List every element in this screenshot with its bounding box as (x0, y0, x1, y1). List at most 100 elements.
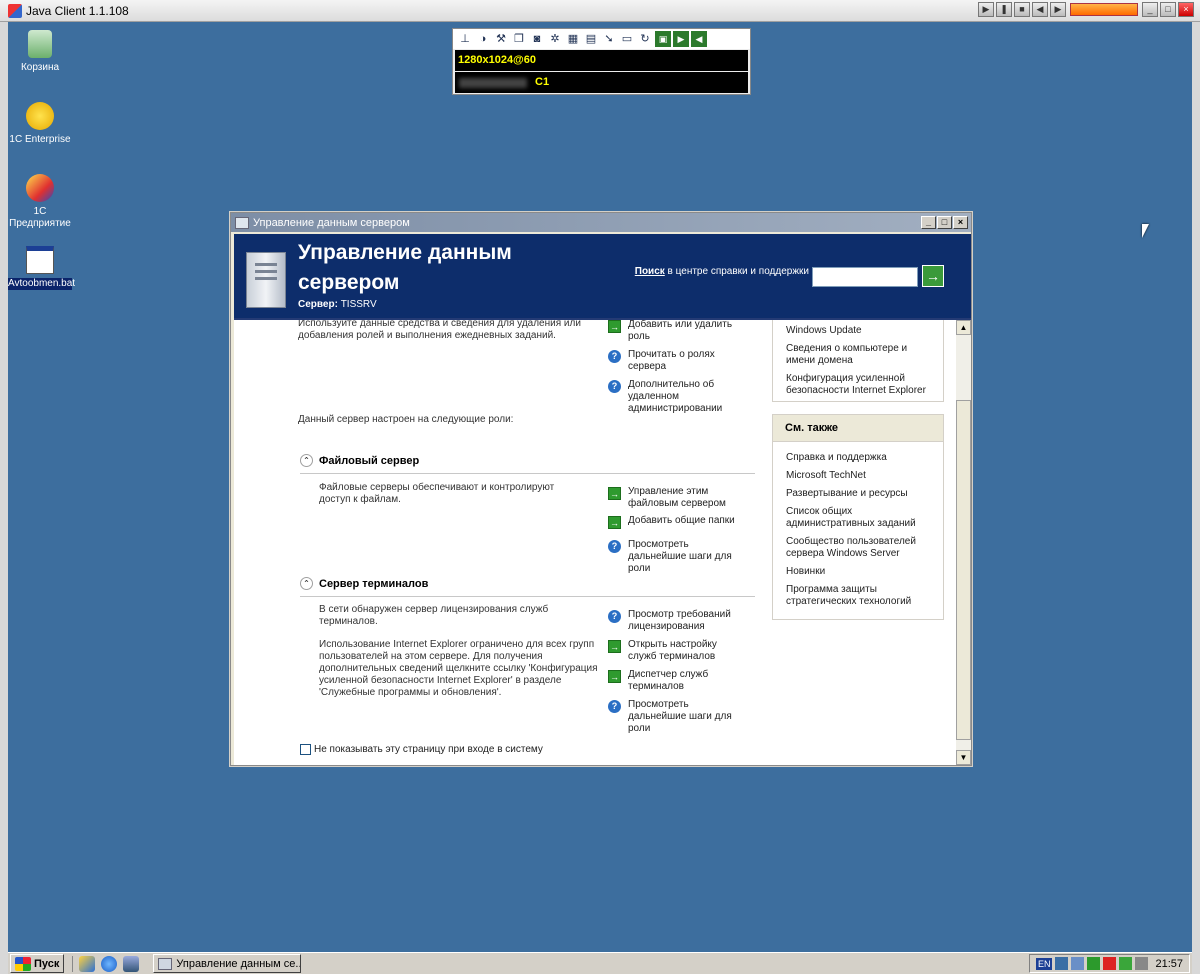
right-frame (1192, 22, 1200, 974)
sidebar-item-deployment[interactable]: Развертывание и ресурсы (773, 485, 943, 503)
update-icon[interactable] (1119, 957, 1133, 970)
vertical-scrollbar[interactable]: ▲ ▼ (956, 320, 971, 765)
see-also-title: См. также (773, 415, 943, 442)
pause-icon[interactable]: ❚ (996, 2, 1012, 17)
left-frame (0, 22, 8, 974)
window-title: Управление данным сервером (253, 216, 410, 229)
link-remote-admin[interactable]: ? Дополнительно об удаленном администриро… (608, 379, 743, 415)
1c-predpriyatie-icon (26, 174, 54, 202)
pin-icon[interactable]: ⊥ (457, 31, 473, 47)
monitor-icon[interactable]: ▭ (619, 31, 635, 47)
arrow-icon: → (608, 516, 621, 529)
link-file-server-next-steps[interactable]: ? Просмотреть дальнейшие шаги для роли (608, 539, 743, 575)
next-channel-icon[interactable]: ▶ (673, 31, 689, 47)
search-go-button[interactable]: → (922, 265, 944, 287)
arrow-icon: → (608, 640, 621, 653)
client-title: Java Client 1.1.108 (26, 3, 129, 18)
language-indicator[interactable]: EN (1035, 957, 1053, 970)
minimize-icon[interactable]: _ (1142, 2, 1158, 17)
sidebar-item-computer-info[interactable]: Сведения о компьютере и имени домена (773, 340, 943, 370)
volume-icon[interactable] (1135, 957, 1149, 970)
color-icon[interactable]: ◑ (475, 31, 491, 47)
keyboard-icon[interactable]: ▤ (583, 31, 599, 47)
sidebar-item-community[interactable]: Сообщество пользователей сервера Windows… (773, 533, 943, 563)
link-add-shared-folders[interactable]: → Добавить общие папки (608, 515, 743, 529)
play-icon[interactable]: ▶ (978, 2, 994, 17)
server-info: Сервер: TISSRV (298, 299, 377, 310)
resolution-readout: 1280x1024@60 (455, 50, 748, 71)
collapse-icon: ⌃ (300, 454, 313, 467)
taskbar-item-manage-server[interactable]: Управление данным се... (153, 954, 302, 973)
maximize-icon[interactable]: □ (1160, 2, 1176, 17)
network-icon[interactable] (1055, 957, 1069, 970)
scroll-up-icon[interactable]: ▲ (956, 320, 971, 335)
desktop-icon-avtoobmen-bat[interactable]: Avtoobmen.bat (8, 246, 75, 290)
window-title-bar[interactable]: Управление данным сервером _ □ × (231, 213, 971, 232)
section-file-server[interactable]: ⌃ Файловый сервер (300, 454, 419, 467)
prev-channel-icon[interactable]: ◀ (691, 31, 707, 47)
window-server-icon (235, 216, 249, 229)
stop-icon[interactable]: ■ (1014, 2, 1030, 17)
blurred-name (459, 78, 527, 88)
settings-icon[interactable]: ✲ (547, 31, 563, 47)
file-server-desc: Файловые серверы обеспечивают и контроли… (319, 482, 555, 505)
close-button[interactable]: × (953, 216, 968, 229)
sidebar-item-whats-new[interactable]: Новинки (773, 563, 943, 581)
monitor-tray-icon[interactable] (1071, 957, 1085, 970)
sidebar-item-help[interactable]: Справка и поддержка (773, 442, 943, 467)
grid-icon[interactable]: ▦ (565, 31, 581, 47)
close-icon[interactable]: × (1178, 2, 1194, 17)
1c-quicklaunch-icon[interactable] (79, 955, 96, 972)
checkbox-box[interactable] (300, 744, 311, 755)
send-icon[interactable]: ➘ (601, 31, 617, 47)
sidebar-item-admin-tasks[interactable]: Список общих административных заданий (773, 503, 943, 533)
refresh-icon[interactable]: ↻ (637, 31, 653, 47)
taskbar: Пуск Управление данным се... EN 21:57 (8, 952, 1192, 974)
show-desktop-icon[interactable] (123, 955, 140, 972)
recycle-bin-icon (28, 30, 52, 58)
sidebar-item-technet[interactable]: Microsoft TechNet (773, 467, 943, 485)
signal-bar (1070, 3, 1138, 16)
desktop-icon-recycle-bin[interactable]: Корзина (8, 30, 72, 74)
header-banner: Управление данным сервером Сервер: TISSR… (234, 234, 971, 320)
help-icon: ? (608, 700, 621, 713)
desktop-icon-1c-enterprise[interactable]: 1C Enterprise (8, 102, 72, 146)
link-manage-file-server[interactable]: → Управление этим файловым сервером (608, 486, 743, 510)
client-title-bar: Java Client 1.1.108 ▶ ❚ ■ ◀ ▶ _ □ × (0, 0, 1200, 22)
sidebar-item-security-program[interactable]: Программа защиты стратегических технолог… (773, 581, 943, 611)
sidebar-item-ie-security[interactable]: Конфигурация усиленной безопасности Inte… (773, 370, 943, 400)
forward-icon[interactable]: ▶ (1050, 2, 1066, 17)
window-icon[interactable]: ❐ (511, 31, 527, 47)
start-button[interactable]: Пуск (10, 954, 65, 973)
arrow-icon: → (608, 320, 621, 333)
rewind-icon[interactable]: ◀ (1032, 2, 1048, 17)
scan-icon[interactable]: ▣ (655, 31, 671, 47)
link-terminal-settings[interactable]: → Открыть настройку служб терминалов (608, 639, 743, 663)
sidebar-item-windows-update[interactable]: Windows Update (773, 320, 943, 340)
hammer-icon[interactable]: ⚒ (493, 31, 509, 47)
arrow-icon: → (608, 670, 621, 683)
kvm-toolbar: ⊥ ◑ ⚒ ❐ ◙ ✲ ▦ ▤ ➘ ▭ ↻ ▣ ▶ ◀ 1280x1024@60… (452, 28, 751, 95)
intro-text: Используйте данные средства и сведения д… (298, 320, 581, 341)
link-read-roles[interactable]: ? Прочитать о ролях сервера (608, 349, 743, 373)
camera-icon[interactable]: ◙ (529, 31, 545, 47)
minimize-button[interactable]: _ (921, 216, 936, 229)
antivirus-icon[interactable] (1103, 957, 1117, 970)
ie-icon[interactable] (101, 955, 118, 972)
link-terminal-next-steps[interactable]: ? Просмотреть дальнейшие шаги для роли (608, 699, 743, 735)
dont-show-checkbox[interactable]: Не показывать эту страницу при входе в с… (300, 744, 543, 755)
search-input[interactable] (812, 267, 918, 287)
server-icon (246, 252, 286, 308)
scroll-down-icon[interactable]: ▼ (956, 750, 971, 765)
windows-flag-icon (15, 956, 31, 971)
section-terminal-server[interactable]: ⌃ Сервер терминалов (300, 577, 428, 590)
1c-logo-icon (26, 102, 54, 130)
divider (300, 596, 755, 597)
desktop-icon-1c-predpriyatie[interactable]: 1C Предприятие (8, 174, 72, 230)
scroll-thumb[interactable] (956, 400, 971, 740)
link-licensing-requirements[interactable]: ? Просмотр требований лицензирования (608, 609, 743, 633)
maximize-button[interactable]: □ (937, 216, 952, 229)
shield-icon[interactable] (1087, 957, 1101, 970)
link-terminal-manager[interactable]: → Диспетчер служб терминалов (608, 669, 743, 693)
link-add-remove-role[interactable]: → Добавить или удалить роль (608, 320, 743, 343)
